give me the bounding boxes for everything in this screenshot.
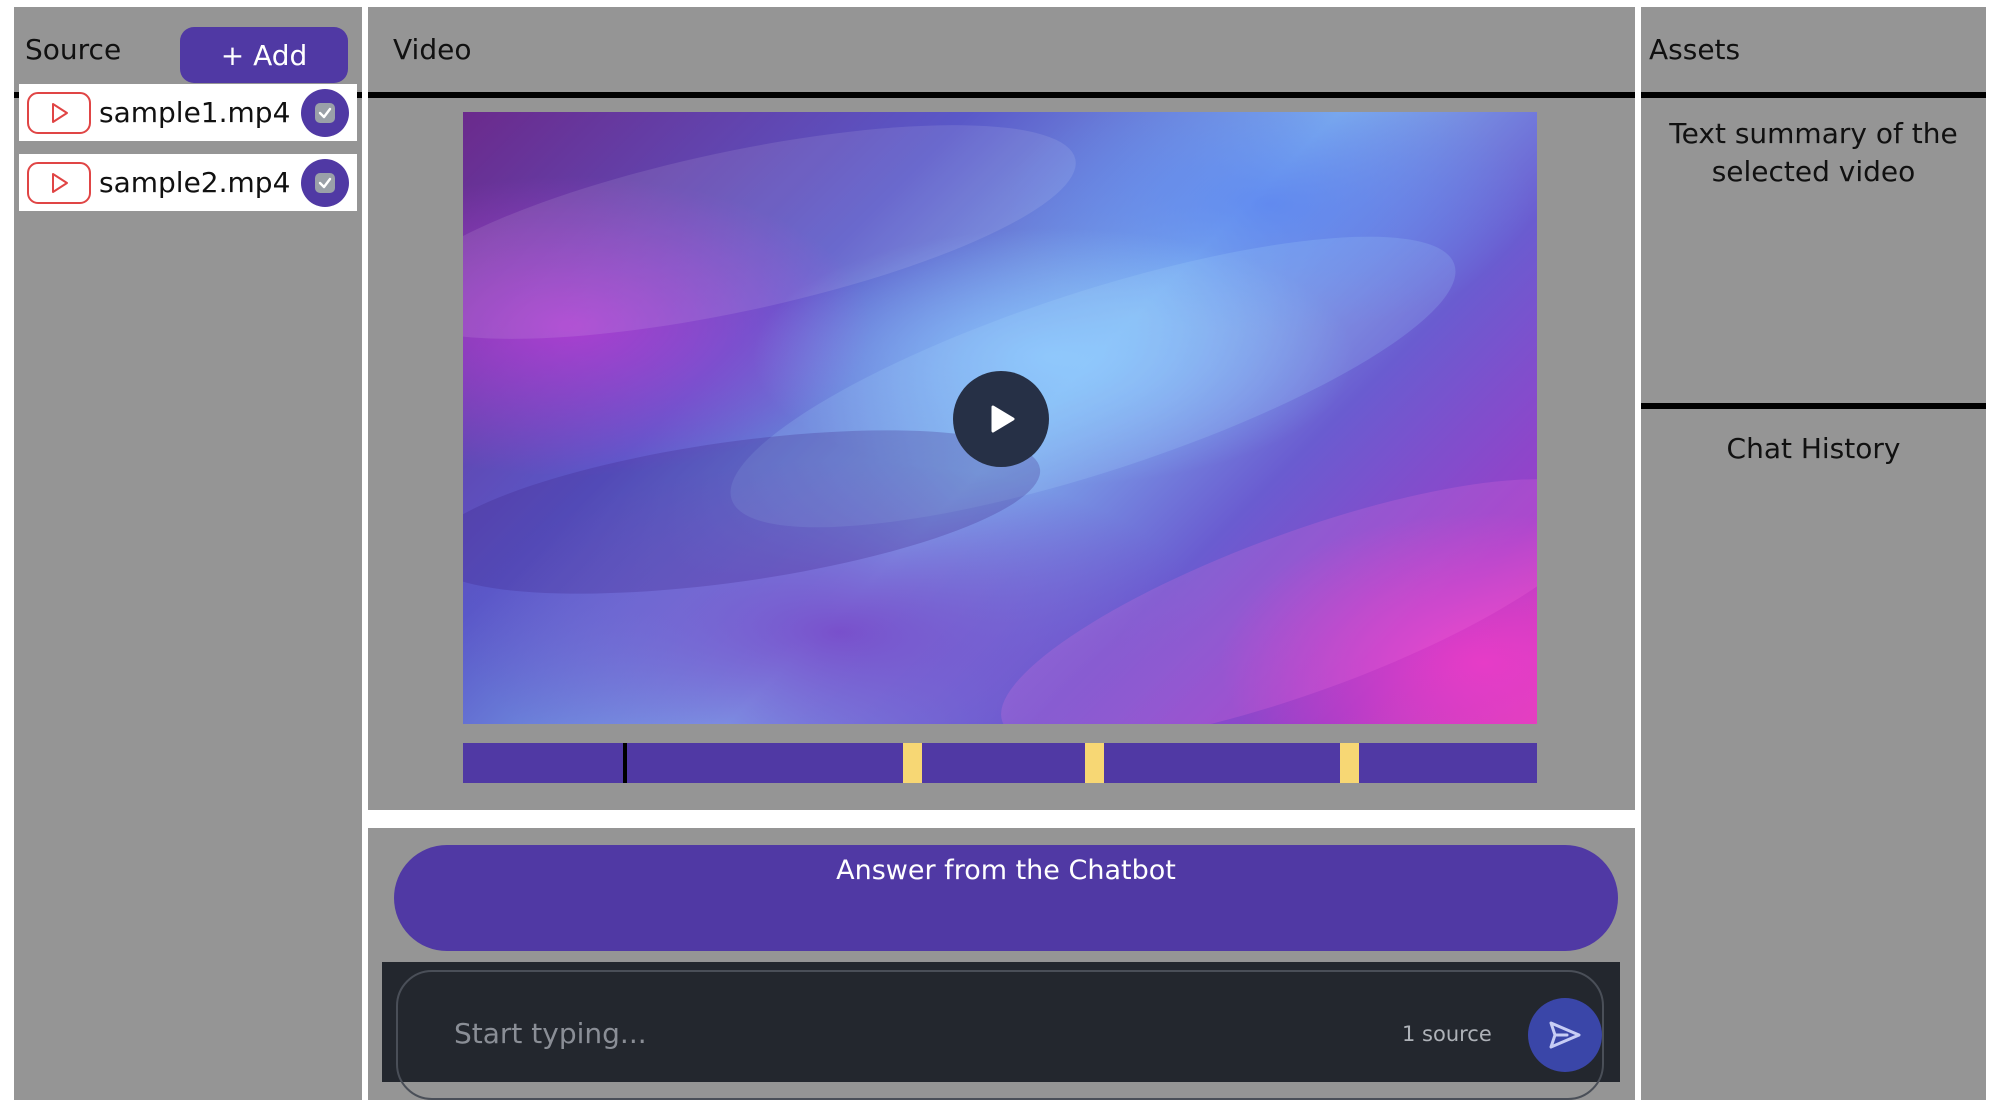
assets-header: Assets [1641,7,1986,98]
play-icon [991,405,1015,433]
source-checkbox[interactable] [301,88,349,137]
video-timeline[interactable] [463,743,1537,783]
chat-input-bar: Start typing... 1 source [382,962,1620,1100]
assets-title: Assets [1649,33,1741,66]
send-icon [1549,1021,1581,1049]
timeline-playhead[interactable] [623,743,627,783]
source-item[interactable]: sample1.mp4 [19,84,357,141]
chatbot-answer-text: Answer from the Chatbot [836,855,1176,886]
add-source-button[interactable]: + Add [180,27,348,83]
video-title: Video [393,33,472,66]
video-player[interactable] [463,112,1537,724]
video-summary: Text summary of the selected video [1669,117,1958,188]
video-play-icon [27,91,91,134]
chat-history-title: Chat History [1726,432,1901,465]
source-item[interactable]: sample2.mp4 [19,154,357,211]
video-play-icon [27,161,91,204]
source-file-name: sample2.mp4 [99,166,291,199]
checkmark-icon [315,172,335,193]
source-checkbox[interactable] [301,158,349,207]
checkmark-icon [315,102,335,123]
source-file-name: sample1.mp4 [99,96,291,129]
video-panel: Video [368,7,1635,810]
timeline-highlight-marker[interactable] [903,743,922,783]
source-count-label: 1 source [1402,1022,1492,1046]
chatbot-answer: Answer from the Chatbot [394,845,1618,951]
source-title: Source [25,33,122,66]
source-panel: Source + Add sample1.mp4 sample2.mp4 [14,7,362,1100]
timeline-highlight-marker[interactable] [1340,743,1359,783]
chat-input-field[interactable]: Start typing... 1 source [396,970,1604,1100]
send-button[interactable] [1528,998,1602,1072]
chat-input-placeholder: Start typing... [454,1017,647,1050]
timeline-highlight-marker[interactable] [1085,743,1104,783]
video-header: Video [368,7,1635,98]
assets-divider [1641,403,1986,409]
chat-panel: Answer from the Chatbot Start typing... … [368,828,1635,1100]
play-button[interactable] [953,371,1049,467]
assets-panel: Assets Text summary of the selected vide… [1641,7,1986,1100]
